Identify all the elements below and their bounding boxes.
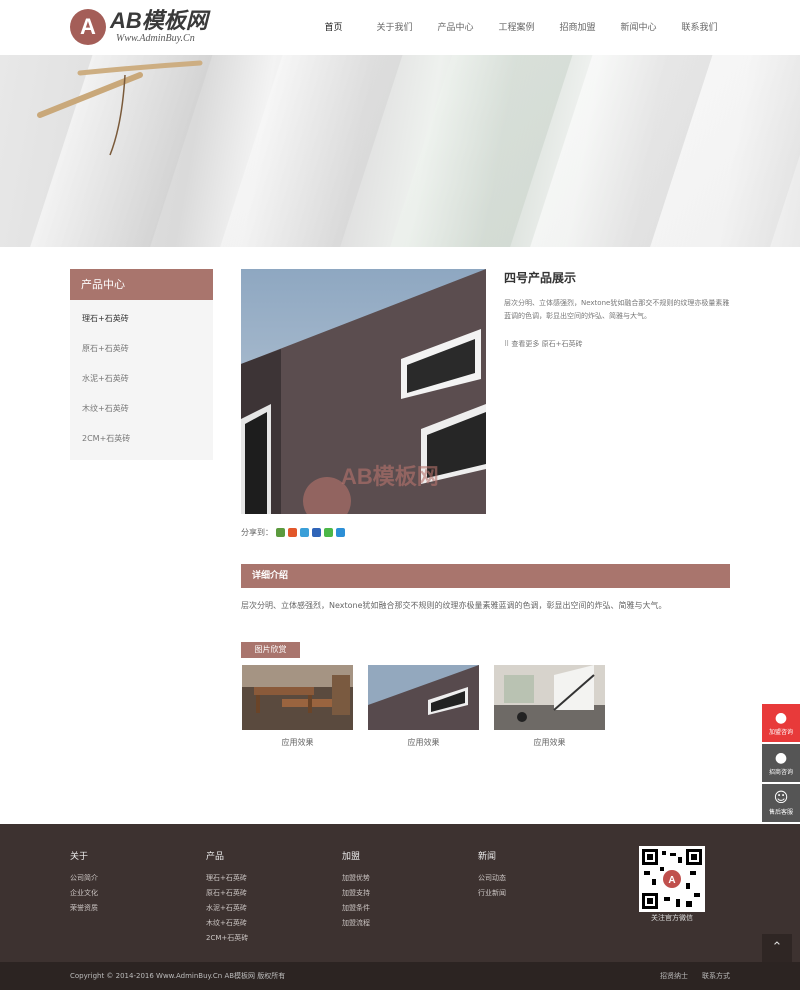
float-label: 招商咨询 bbox=[768, 769, 793, 776]
hero-banner bbox=[0, 55, 800, 247]
view-more-label: 查看更多 原石+石英砖 bbox=[511, 340, 583, 348]
footer-link[interactable]: 公司动态 bbox=[478, 871, 506, 886]
float-franchise-consult[interactable]: ● 加盟咨询 bbox=[762, 704, 800, 742]
gallery-item[interactable]: 应用效果 bbox=[494, 665, 605, 748]
footer-link[interactable]: 行业新闻 bbox=[478, 886, 506, 901]
wechat-qr-code: A bbox=[639, 846, 705, 912]
footer-link[interactable]: 木纹+石英砖 bbox=[206, 916, 248, 931]
gallery-caption: 应用效果 bbox=[533, 738, 566, 747]
footer-col-products: 产品 理石+石英砖 原石+石英砖 水泥+石英砖 木纹+石英砖 2CM+石英砖 bbox=[206, 849, 248, 946]
logo-text: AB模板网 bbox=[110, 8, 208, 33]
wheat-decoration bbox=[37, 60, 203, 156]
footer-col-about: 关于 公司简介 企业文化 荣誉资质 bbox=[70, 849, 98, 916]
footer-col-news: 新闻 公司动态 行业新闻 bbox=[478, 849, 506, 901]
link-contact[interactable]: 联系方式 bbox=[702, 962, 730, 990]
share-more-icon[interactable] bbox=[336, 528, 345, 537]
sidebar-item-marble[interactable]: 理石+石英砖 bbox=[70, 304, 213, 334]
main-nav: 首页 关于我们 产品中心 工程案例 招商加盟 新闻中心 联系我们 bbox=[303, 20, 730, 33]
float-business-consult[interactable]: ● 招商咨询 bbox=[762, 744, 800, 782]
footer-col-title: 关于 bbox=[70, 852, 89, 862]
footer-link[interactable]: 企业文化 bbox=[70, 886, 98, 901]
gallery-image-furniture bbox=[242, 665, 353, 730]
sidebar-title: 产品中心 bbox=[70, 269, 213, 300]
footer-link[interactable]: 公司简介 bbox=[70, 871, 98, 886]
gallery-tag: 图片欣赏 bbox=[241, 642, 300, 658]
gallery-image-interior bbox=[494, 665, 605, 730]
nav-contact[interactable]: 联系我们 bbox=[669, 20, 730, 33]
gallery-caption: 应用效果 bbox=[281, 738, 314, 747]
nav-cases[interactable]: 工程案例 bbox=[486, 20, 547, 33]
share-renren-icon[interactable] bbox=[312, 528, 321, 537]
copyright-text: Copyright © 2014-2016 Www.AdminBuy.Cn AB… bbox=[70, 972, 286, 980]
main-content: 产品中心 理石+石英砖 原石+石英砖 水泥+石英砖 木纹+石英砖 2CM+石英砖 bbox=[0, 247, 800, 824]
share-weibo-icon[interactable] bbox=[288, 528, 297, 537]
gallery-caption: 应用效果 bbox=[407, 738, 440, 747]
copyright-links: 招贤纳士 联系方式 bbox=[660, 962, 730, 990]
logo-subtext: Www.AdminBuy.Cn bbox=[116, 33, 195, 44]
nav-franchise[interactable]: 招商加盟 bbox=[547, 20, 608, 33]
share-wechat-icon[interactable] bbox=[324, 528, 333, 537]
site-logo[interactable]: A AB模板网 Www.AdminBuy.Cn bbox=[70, 9, 220, 47]
footer-link[interactable]: 加盟流程 bbox=[342, 916, 370, 931]
share-qzone-icon[interactable] bbox=[276, 528, 285, 537]
sidebar: 产品中心 理石+石英砖 原石+石英砖 水泥+石英砖 木纹+石英砖 2CM+石英砖 bbox=[70, 269, 213, 460]
float-label: 加盟咨询 bbox=[768, 729, 793, 736]
footer-col-title: 产品 bbox=[206, 852, 225, 862]
detail-text: 层次分明、立体感强烈，Nextone犹如融合那交不规则的纹理亦极量素雅蓝调的色调… bbox=[241, 601, 667, 610]
svg-text:A: A bbox=[668, 875, 675, 886]
gallery-image-facade bbox=[368, 665, 479, 730]
back-to-top-button[interactable]: ⌃ bbox=[762, 934, 792, 962]
logo-mark: A bbox=[70, 9, 106, 45]
footer-link[interactable]: 加盟支持 bbox=[342, 886, 370, 901]
float-label: 售后客服 bbox=[768, 809, 793, 816]
nav-home[interactable]: 首页 bbox=[303, 20, 364, 33]
customer-service-icon: ☺ bbox=[773, 790, 789, 806]
share-label: 分享到： bbox=[241, 528, 273, 537]
share-bar: 分享到： bbox=[241, 527, 345, 538]
sidebar-item-stone[interactable]: 原石+石英砖 bbox=[70, 334, 213, 364]
nav-news[interactable]: 新闻中心 bbox=[608, 20, 669, 33]
svg-text:AB模板网: AB模板网 bbox=[341, 464, 439, 489]
share-tencent-icon[interactable] bbox=[300, 528, 309, 537]
chevron-up-icon: ⌃ bbox=[771, 940, 783, 955]
gallery-item[interactable]: 应用效果 bbox=[368, 665, 479, 748]
qr-caption: 关注官方微信 bbox=[651, 914, 693, 922]
footer-col-title: 新闻 bbox=[478, 852, 497, 862]
product-image: AB模板网 bbox=[241, 269, 486, 514]
link-recruit[interactable]: 招贤纳士 bbox=[660, 962, 688, 990]
nav-about[interactable]: 关于我们 bbox=[364, 20, 425, 33]
footer-link[interactable]: 理石+石英砖 bbox=[206, 871, 248, 886]
footer-link[interactable]: 荣誉资质 bbox=[70, 901, 98, 916]
sidebar-item-cement[interactable]: 水泥+石英砖 bbox=[70, 364, 213, 394]
detail-section-title: 详细介绍 bbox=[241, 564, 730, 588]
qq-icon: ● bbox=[774, 750, 788, 766]
footer-link[interactable]: 加盟条件 bbox=[342, 901, 370, 916]
footer-link[interactable]: 2CM+石英砖 bbox=[206, 931, 248, 946]
product-title: 四号产品展示 bbox=[504, 271, 577, 285]
sidebar-item-2cm[interactable]: 2CM+石英砖 bbox=[70, 424, 213, 454]
gallery-item[interactable]: 应用效果 bbox=[242, 665, 353, 748]
qq-icon: ● bbox=[774, 710, 788, 726]
float-after-sales[interactable]: ☺ 售后客服 bbox=[762, 784, 800, 822]
site-header: A AB模板网 Www.AdminBuy.Cn 首页 关于我们 产品中心 工程案… bbox=[0, 0, 800, 55]
footer-link[interactable]: 加盟优势 bbox=[342, 871, 370, 886]
nav-products[interactable]: 产品中心 bbox=[425, 20, 486, 33]
sidebar-item-wood[interactable]: 木纹+石英砖 bbox=[70, 394, 213, 424]
sidebar-list: 理石+石英砖 原石+石英砖 水泥+石英砖 木纹+石英砖 2CM+石英砖 bbox=[70, 300, 213, 460]
site-footer: 关于 公司简介 企业文化 荣誉资质 产品 理石+石英砖 原石+石英砖 水泥+石英… bbox=[0, 824, 800, 962]
copyright-bar: Copyright © 2014-2016 Www.AdminBuy.Cn AB… bbox=[0, 962, 800, 990]
footer-col-franchise: 加盟 加盟优势 加盟支持 加盟条件 加盟流程 bbox=[342, 849, 370, 931]
footer-col-title: 加盟 bbox=[342, 852, 361, 862]
footer-link[interactable]: 原石+石英砖 bbox=[206, 886, 248, 901]
product-description: 层次分明、立体感强烈，Nextone犹如融合那交不规则的纹理亦极量素雅蓝调的色调… bbox=[504, 299, 730, 320]
view-more-link[interactable]: ⠿ 查看更多 原石+石英砖 bbox=[504, 339, 582, 349]
footer-link[interactable]: 水泥+石英砖 bbox=[206, 901, 248, 916]
